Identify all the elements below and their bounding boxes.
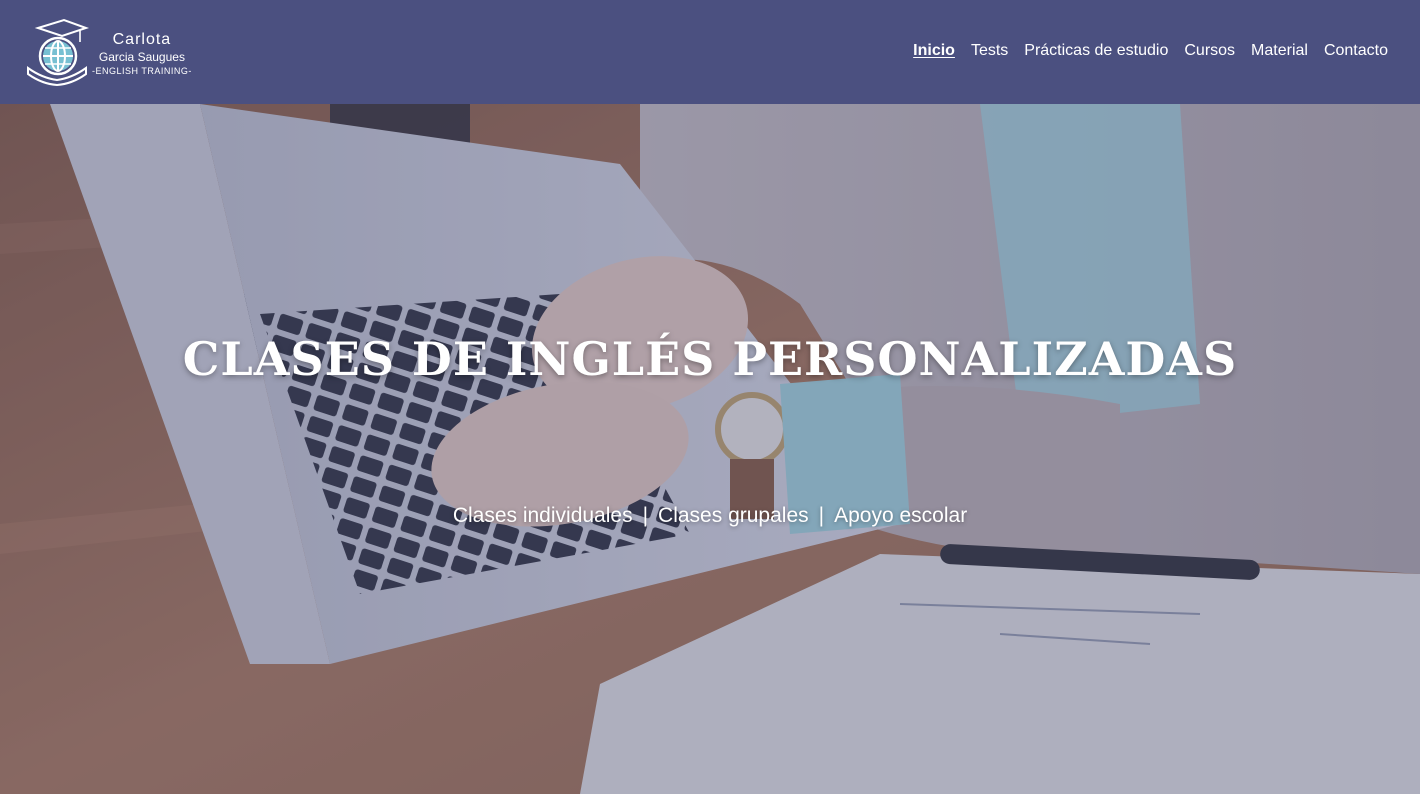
logo-tagline: -ENGLISH TRAINING- bbox=[92, 65, 192, 76]
page: Carlota Garcia Saugues -ENGLISH TRAINING… bbox=[0, 0, 1420, 794]
nav-item-practicas[interactable]: Prácticas de estudio bbox=[1024, 42, 1168, 60]
nav-item-material[interactable]: Material bbox=[1251, 42, 1308, 60]
nav-item-contacto[interactable]: Contacto bbox=[1324, 42, 1388, 60]
hero-title: CLASES DE INGLÉS PERSONALIZADAS bbox=[182, 332, 1238, 386]
service-school-support: Apoyo escolar bbox=[834, 504, 968, 527]
graduation-globe-icon bbox=[27, 18, 90, 86]
logo-surname: Garcia Saugues bbox=[98, 49, 185, 64]
hero-section: CLASES DE INGLÉS PERSONALIZADAS Clases i… bbox=[0, 104, 1420, 794]
hero-services: Clases individuales | Clases grupales | Apoy… bbox=[0, 504, 1420, 528]
main-nav: Inicio Tests Prácticas de estudio Cursos… bbox=[913, 42, 1388, 60]
logo-text: Carlota Garcia Saugues -ENGLISH TRAINING… bbox=[92, 31, 192, 77]
service-separator: | bbox=[818, 504, 825, 527]
nav-item-tests[interactable]: Tests bbox=[971, 42, 1008, 60]
nav-item-inicio[interactable]: Inicio bbox=[913, 42, 955, 60]
service-separator: | bbox=[642, 504, 649, 527]
site-logo[interactable]: Carlota Garcia Saugues -ENGLISH TRAINING… bbox=[24, 18, 192, 86]
service-individual: Clases individuales bbox=[452, 504, 633, 527]
site-header: Carlota Garcia Saugues -ENGLISH TRAINING… bbox=[0, 0, 1420, 104]
hero-overlay bbox=[0, 104, 1420, 794]
logo-name: Carlota bbox=[112, 31, 172, 49]
nav-item-cursos[interactable]: Cursos bbox=[1184, 42, 1235, 60]
service-group: Clases grupales bbox=[658, 504, 809, 527]
